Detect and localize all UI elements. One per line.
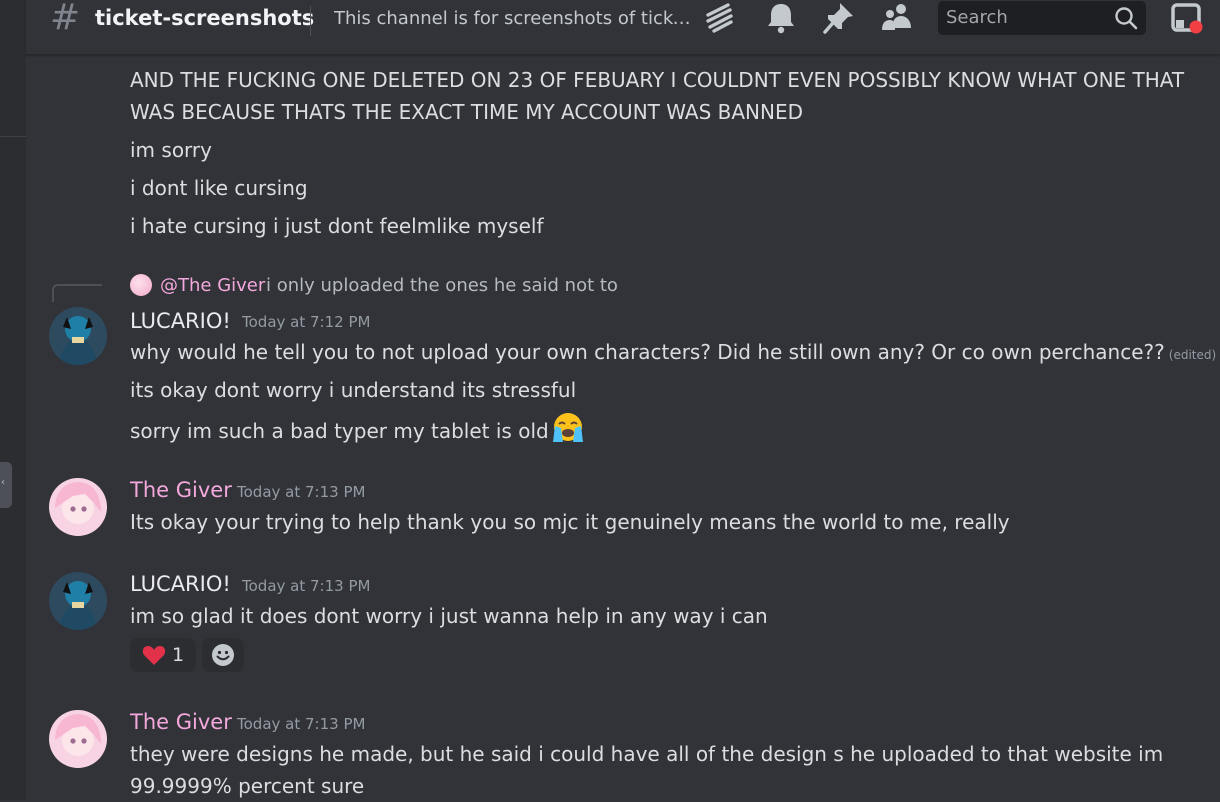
channel-topic[interactable]: This channel is for screenshots of ticke… bbox=[334, 7, 694, 31]
message-author[interactable]: The Giver bbox=[130, 709, 232, 735]
header-divider bbox=[310, 6, 311, 36]
reply-avatar[interactable] bbox=[130, 274, 152, 296]
members-icon[interactable] bbox=[880, 1, 914, 35]
inbox-icon[interactable] bbox=[1170, 1, 1204, 35]
channel-sidebar-edge bbox=[0, 0, 26, 800]
search-input[interactable]: Search bbox=[938, 1, 1146, 35]
add-reaction-icon bbox=[212, 644, 234, 666]
threads-icon[interactable] bbox=[702, 1, 736, 35]
channel-header: # ticket-screenshots This channel is for… bbox=[26, 0, 1220, 55]
message-timestamp: Today at 7:13 PM bbox=[242, 577, 371, 595]
message-line: WAS BECAUSE THATS THE EXACT TIME MY ACCO… bbox=[130, 100, 804, 124]
message-author[interactable]: LUCARIO! bbox=[130, 571, 231, 597]
message-line: why would he tell you to not upload your… bbox=[130, 340, 1217, 364]
hash-icon: # bbox=[50, 0, 81, 38]
message-line: Its okay your trying to help thank you s… bbox=[130, 510, 1010, 534]
reply-author[interactable]: @The Giver bbox=[160, 274, 265, 298]
edited-label: (edited) bbox=[1168, 348, 1217, 362]
message-timestamp: Today at 7:13 PM bbox=[237, 715, 366, 733]
crying-emoji[interactable] bbox=[551, 412, 585, 453]
message-line: im sorry bbox=[130, 138, 212, 162]
reply-connector bbox=[52, 284, 102, 302]
heart-emoji bbox=[142, 646, 166, 665]
collapse-arrow-icon: ‹ bbox=[1, 477, 5, 488]
message-line: sorry im such a bad typer my tablet is o… bbox=[130, 412, 585, 453]
avatar[interactable] bbox=[49, 710, 107, 768]
message-line: AND THE FUCKING ONE DELETED ON 23 OF FEB… bbox=[130, 68, 1185, 92]
avatar[interactable] bbox=[49, 478, 107, 536]
channel-name[interactable]: ticket-screenshots bbox=[95, 5, 314, 31]
pin-icon[interactable] bbox=[822, 1, 856, 35]
message-line: i dont like cursing bbox=[130, 176, 308, 200]
reaction-count: 1 bbox=[171, 644, 185, 666]
avatar[interactable] bbox=[49, 572, 107, 630]
message-author[interactable]: The Giver bbox=[130, 477, 232, 503]
message-author[interactable]: LUCARIO! bbox=[130, 308, 231, 334]
message-line: they were designs he made, but he said i… bbox=[130, 742, 1164, 766]
sidebar-divider bbox=[0, 136, 26, 137]
message-line: its okay dont worry i understand its str… bbox=[130, 378, 577, 402]
add-reaction-button[interactable] bbox=[202, 638, 244, 672]
search-placeholder: Search bbox=[946, 7, 1008, 28]
bell-icon[interactable] bbox=[764, 1, 798, 35]
message-timestamp: Today at 7:12 PM bbox=[242, 313, 371, 331]
message-line: 99.9999% percent sure bbox=[130, 774, 365, 798]
reaction-heart[interactable]: 1 bbox=[130, 638, 196, 672]
message-timestamp: Today at 7:13 PM bbox=[237, 483, 366, 501]
message-line: im so glad it does dont worry i just wan… bbox=[130, 604, 768, 628]
collapse-handle[interactable]: ‹ bbox=[0, 462, 12, 508]
message-line: i hate cursing i just dont feelmlike mys… bbox=[130, 214, 544, 238]
avatar[interactable] bbox=[49, 307, 107, 365]
search-icon bbox=[1115, 7, 1138, 30]
reply-preview-text[interactable]: i only uploaded the ones he said not to bbox=[266, 274, 618, 298]
